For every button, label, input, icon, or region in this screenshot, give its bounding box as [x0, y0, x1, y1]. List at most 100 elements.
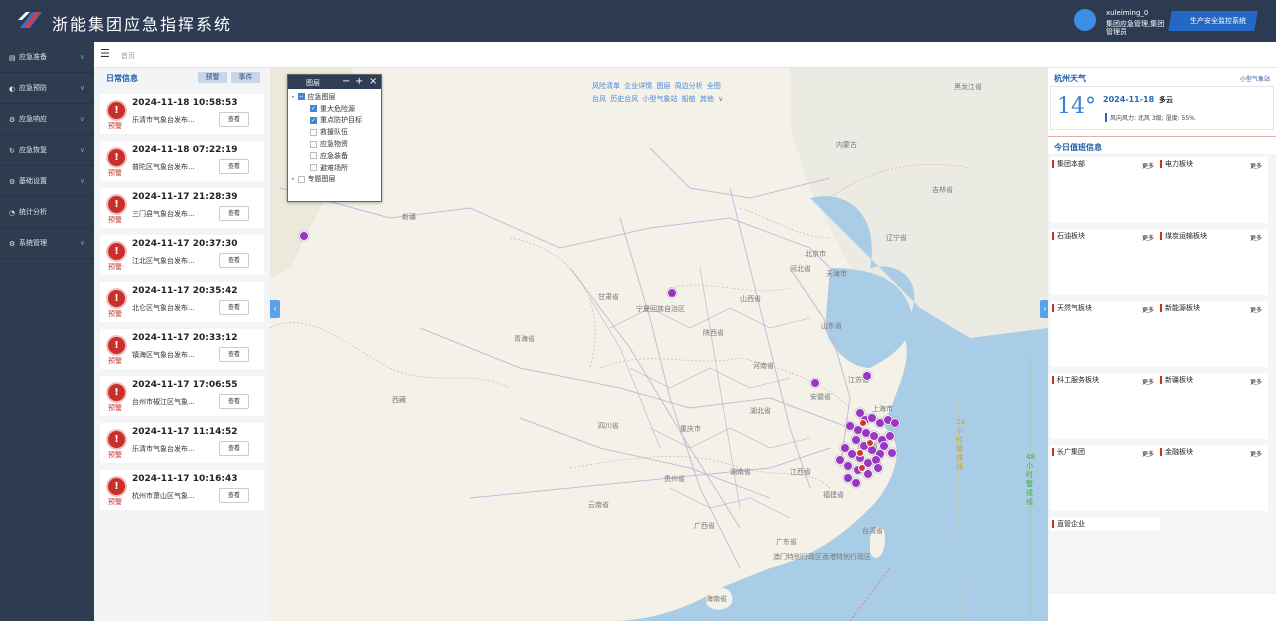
warning-tag: 预警	[108, 169, 122, 177]
layer-checkbox[interactable]: ✓	[310, 105, 317, 113]
more-link[interactable]: 更多	[1142, 449, 1154, 458]
layer-checkbox[interactable]: −	[297, 93, 305, 101]
more-link[interactable]: 更多	[1142, 161, 1154, 170]
map-pin-icon[interactable]	[299, 231, 309, 241]
map-label: 山东省	[821, 322, 842, 330]
layer-panel: 图层 − + × ▸ − 应急图层 ✓ 重大危险源 ✓ 重点防护目标 救援队伍 应急物资 应急装备…	[287, 74, 382, 202]
alert-item[interactable]: ! 预警 2024-11-18 07:22:19 普陀区气象台发布... 查看	[100, 141, 264, 181]
system-icon: ⚙	[9, 239, 16, 248]
event-tab[interactable]: 事件	[231, 72, 260, 83]
alert-item[interactable]: ! 预警 2024-11-17 20:37:30 江北区气象台发布... 查看	[100, 235, 264, 275]
map-toolbar-row2[interactable]: 台风 历史台风 小型气象站 船舶 其他 ∨	[592, 93, 742, 106]
weather-station-link[interactable]: 小型气象站	[1240, 74, 1270, 83]
warning-tag: 预警	[108, 404, 122, 412]
layer-checkbox[interactable]	[310, 164, 317, 172]
map-pin-icon[interactable]	[843, 461, 853, 471]
layer-item[interactable]: 应急物资	[288, 138, 381, 150]
collapse-left-panel-button[interactable]: ‹	[270, 300, 280, 318]
danger-source-pin-icon[interactable]	[859, 419, 867, 427]
more-link[interactable]: 更多	[1142, 377, 1154, 386]
alert-item[interactable]: ! 预警 2024-11-17 11:14:52 乐清市气象台发布... 查看	[100, 423, 264, 463]
layer-item[interactable]: ▸ 专题图层	[288, 174, 381, 186]
top-bar: ☰ 首页	[94, 42, 1276, 68]
avatar[interactable]	[1074, 9, 1096, 31]
map-view[interactable]: 新疆 西藏 青海省 甘肃省 四川省 内蒙古 宁夏回族自治区 陕西省 山西省 河北…	[270, 68, 1048, 621]
sidebar-item-label: 系统管理	[19, 239, 47, 247]
view-button[interactable]: 查看	[219, 347, 249, 362]
layer-checkbox[interactable]	[297, 175, 305, 183]
expand-arrow-icon[interactable]: ▸	[292, 94, 295, 100]
map-label: 西藏	[392, 396, 406, 404]
map-toolbar-row1[interactable]: 风险清单 企业详情 图层 周边分析 全图	[592, 80, 742, 93]
more-link[interactable]: 更多	[1250, 377, 1262, 386]
map-pin-icon[interactable]	[887, 448, 897, 458]
alert-item[interactable]: ! 预警 2024-11-17 10:16:43 杭州市萧山区气象... 查看	[100, 470, 264, 510]
expand-icon[interactable]: +	[355, 76, 363, 87]
sidebar-item-label: 应急恢复	[19, 146, 47, 154]
alert-item[interactable]: ! 预警 2024-11-18 10:58:53 乐清市气象台发布... 查看	[100, 94, 264, 134]
menu-toggle-icon[interactable]: ☰	[100, 48, 110, 59]
map-pin-icon[interactable]	[851, 478, 861, 488]
view-button[interactable]: 查看	[219, 206, 249, 221]
map-label: 北京市	[805, 250, 826, 258]
layer-checkbox[interactable]	[310, 140, 317, 148]
map-pin-icon[interactable]	[667, 288, 677, 298]
more-link[interactable]: 更多	[1250, 161, 1262, 170]
layer-checkbox[interactable]: ✓	[310, 116, 317, 124]
map-pin-icon[interactable]	[890, 418, 900, 428]
map-pin-icon[interactable]	[810, 378, 820, 388]
view-button[interactable]: 查看	[219, 488, 249, 503]
danger-source-pin-icon[interactable]	[866, 439, 874, 447]
alert-item[interactable]: ! 预警 2024-11-17 17:06:55 台州市椒江区气象... 查看	[100, 376, 264, 416]
alert-item[interactable]: ! 预警 2024-11-17 21:28:39 三门县气象台发布... 查看	[100, 188, 264, 228]
expand-arrow-icon[interactable]: ▸	[292, 176, 295, 182]
alert-item[interactable]: ! 预警 2024-11-17 20:35:42 北仑区气象台发布... 查看	[100, 282, 264, 322]
sidebar-item-statistics[interactable]: ◔ 统计分析	[0, 197, 94, 228]
map-canvas[interactable]	[270, 68, 1048, 621]
sidebar-item-system[interactable]: ⚙ 系统管理 ∨	[0, 228, 94, 259]
map-pin-icon[interactable]	[873, 463, 883, 473]
close-icon[interactable]: ×	[369, 76, 377, 87]
danger-source-pin-icon[interactable]	[858, 464, 866, 472]
duty-section-name: 煤炭运输板块	[1160, 232, 1207, 240]
layer-item[interactable]: 避难场所	[288, 162, 381, 174]
layer-checkbox[interactable]	[310, 128, 317, 136]
more-link[interactable]: 更多	[1250, 449, 1262, 458]
map-label: 江西省	[790, 468, 811, 476]
duty-section: 石油板块 更多	[1050, 229, 1160, 295]
danger-source-pin-icon[interactable]	[856, 449, 864, 457]
warning-tab[interactable]: 预警	[198, 72, 227, 83]
view-button[interactable]: 查看	[219, 394, 249, 409]
sidebar-item-basic-settings[interactable]: ⚙ 基础设置 ∨	[0, 166, 94, 197]
breadcrumb[interactable]: 首页	[121, 51, 135, 61]
layer-item[interactable]: ✓ 重大危险源	[288, 103, 381, 115]
view-button[interactable]: 查看	[219, 112, 249, 127]
minimize-icon[interactable]: −	[342, 76, 350, 87]
view-button[interactable]: 查看	[219, 300, 249, 315]
layer-item[interactable]: 应急装备	[288, 150, 381, 162]
more-link[interactable]: 更多	[1250, 233, 1262, 242]
warning-tag: 预警	[108, 498, 122, 506]
view-button[interactable]: 查看	[219, 253, 249, 268]
more-link[interactable]: 更多	[1250, 305, 1262, 314]
sidebar-item-prepare[interactable]: ▤ 应急准备 ∨	[0, 42, 94, 73]
alert-time: 2024-11-18 10:58:53	[132, 98, 238, 108]
layer-item[interactable]: 救援队伍	[288, 126, 381, 138]
alert-source: 镇海区气象台发布...	[132, 351, 195, 359]
alert-item[interactable]: ! 预警 2024-11-17 20:33:12 镇海区气象台发布... 查看	[100, 329, 264, 369]
sidebar-item-respond[interactable]: ⚙ 应急响应 ∨	[0, 104, 94, 135]
layer-item[interactable]: ▸ − 应急图层	[288, 91, 381, 103]
map-pin-icon[interactable]	[862, 371, 872, 381]
sidebar-item-recover[interactable]: ↻ 应急恢复 ∨	[0, 135, 94, 166]
view-button[interactable]: 查看	[219, 441, 249, 456]
duty-title: 今日值班信息	[1054, 143, 1102, 152]
view-button[interactable]: 查看	[219, 159, 249, 174]
layer-checkbox[interactable]	[310, 152, 317, 160]
map-pin-icon[interactable]	[885, 431, 895, 441]
more-link[interactable]: 更多	[1142, 305, 1154, 314]
production-monitor-button[interactable]: 生产安全监控系统	[1168, 11, 1258, 31]
sidebar-item-prevent[interactable]: ◐ 应急预防 ∨	[0, 73, 94, 104]
chevron-down-icon: ∨	[79, 53, 85, 61]
more-link[interactable]: 更多	[1142, 233, 1154, 242]
layer-item[interactable]: ✓ 重点防护目标	[288, 115, 381, 127]
